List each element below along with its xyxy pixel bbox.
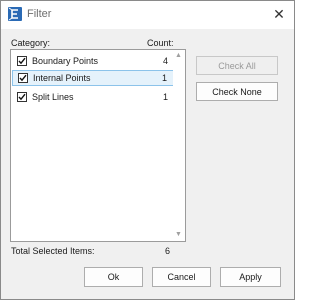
- checkmark-icon: [19, 74, 27, 82]
- filter-dialog: Filter ✕ Category: Count: Boundary Point…: [0, 0, 295, 300]
- item-checkbox[interactable]: [17, 56, 27, 66]
- item-label: Boundary Points: [32, 56, 99, 66]
- check-none-button[interactable]: Check None: [196, 82, 278, 101]
- list-item[interactable]: Split Lines 1: [12, 90, 174, 106]
- count-header: Count:: [147, 38, 174, 48]
- window-title: Filter: [27, 8, 52, 20]
- scroll-down-icon[interactable]: ▼: [173, 230, 184, 240]
- category-list[interactable]: Boundary Points 4 Internal Points 1 Spli…: [10, 49, 186, 242]
- total-selected-value: 6: [165, 246, 171, 256]
- list-item[interactable]: Internal Points 1: [12, 70, 174, 86]
- item-checkbox[interactable]: [17, 92, 27, 102]
- checkmark-icon: [18, 57, 26, 65]
- item-checkbox[interactable]: [18, 73, 28, 83]
- title-bar: Filter ✕: [1, 1, 294, 29]
- vertical-scrollbar[interactable]: ▲ ▼: [173, 51, 184, 240]
- app-icon: [8, 7, 22, 21]
- ok-button[interactable]: Ok: [84, 267, 143, 287]
- cancel-button[interactable]: Cancel: [152, 267, 211, 287]
- close-icon[interactable]: ✕: [270, 5, 288, 23]
- scroll-up-icon[interactable]: ▲: [173, 51, 184, 61]
- item-count: 1: [161, 73, 167, 83]
- check-all-button[interactable]: Check All: [196, 56, 278, 75]
- item-count: 1: [162, 92, 168, 102]
- item-label: Internal Points: [33, 73, 91, 83]
- total-selected-label: Total Selected Items:: [11, 246, 95, 256]
- list-item[interactable]: Boundary Points 4: [12, 54, 174, 70]
- checkmark-icon: [18, 93, 26, 101]
- apply-button[interactable]: Apply: [220, 267, 281, 287]
- category-header: Category:: [11, 38, 51, 48]
- item-label: Split Lines: [32, 92, 74, 102]
- item-count: 4: [162, 56, 168, 66]
